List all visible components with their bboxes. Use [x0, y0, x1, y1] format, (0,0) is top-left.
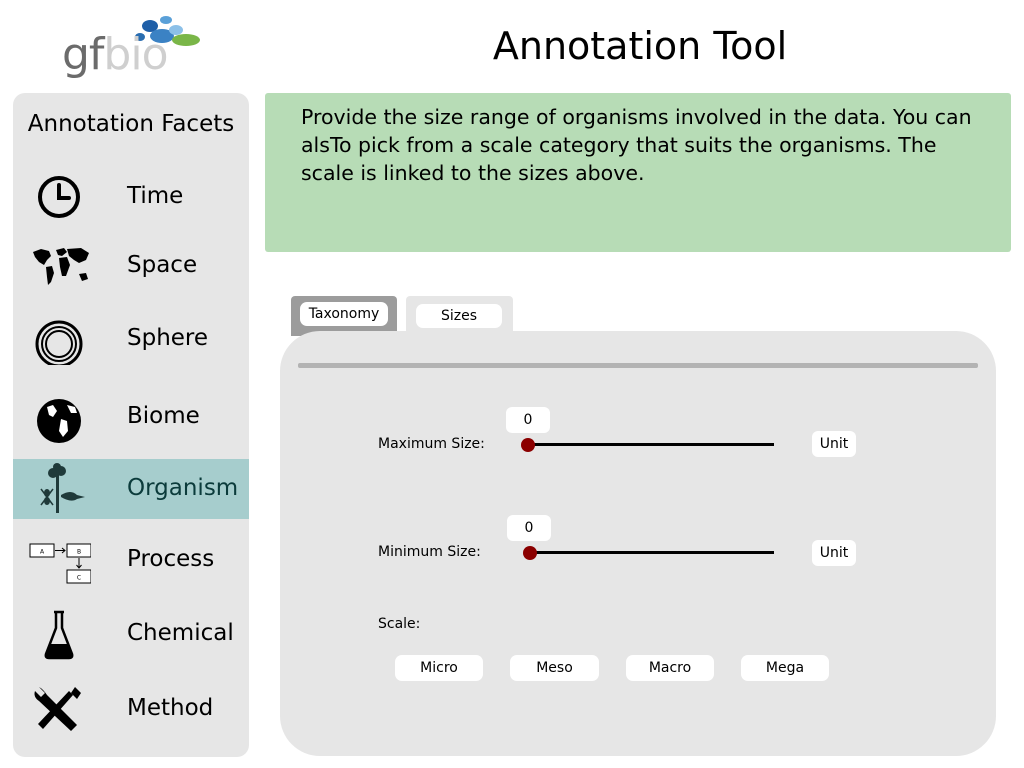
maximum-size-value: 0: [506, 407, 550, 433]
tab-sizes-label[interactable]: Sizes: [416, 304, 502, 328]
scale-micro-button[interactable]: Micro: [395, 655, 483, 681]
maximum-size-label: Maximum Size:: [378, 436, 485, 452]
instruction-text: Provide the size range of organisms invo…: [301, 105, 972, 185]
maximum-size-slider-thumb[interactable]: [521, 438, 535, 452]
flask-icon: [44, 610, 74, 660]
flowchart-icon: A B C: [29, 543, 91, 584]
maximum-size-unit-button[interactable]: Unit: [812, 431, 856, 457]
facet-label-biome: Biome: [127, 403, 200, 429]
scale-macro-button[interactable]: Macro: [626, 655, 714, 681]
panel-divider: [298, 363, 978, 368]
annotation-facets-sidebar: Annotation Facets Time Space Sphere Biom…: [13, 93, 249, 757]
minimum-size-slider-track[interactable]: [530, 551, 774, 554]
facet-label-sphere: Sphere: [127, 325, 209, 351]
tab-taxonomy[interactable]: Taxonomy: [291, 296, 397, 336]
logo-wordmark: gfbio: [62, 29, 169, 80]
tab-taxonomy-label[interactable]: Taxonomy: [300, 302, 388, 326]
facet-process[interactable]: A B C Process: [13, 530, 249, 590]
tools-icon: [34, 687, 81, 731]
facet-space[interactable]: Space: [13, 236, 249, 296]
minimum-size-value: 0: [507, 515, 551, 541]
minimum-size-slider-thumb[interactable]: [523, 546, 537, 560]
facet-biome[interactable]: Biome: [13, 387, 249, 447]
tab-sizes[interactable]: Sizes: [406, 296, 513, 336]
concentric-circles-icon: [35, 320, 83, 365]
process-box-c: C: [77, 575, 81, 582]
facet-label-organism: Organism: [127, 475, 239, 501]
scale-meso-button[interactable]: Meso: [510, 655, 599, 681]
facet-organism[interactable]: Organism: [13, 459, 249, 519]
facet-sphere[interactable]: Sphere: [13, 309, 249, 369]
instruction-panel: Provide the size range of organisms invo…: [265, 93, 1011, 252]
facet-label-process: Process: [127, 546, 215, 572]
sidebar-heading: Annotation Facets: [27, 111, 235, 137]
logo-wordmark-bio: bio: [103, 29, 168, 80]
facet-chemical[interactable]: Chemical: [13, 604, 249, 664]
facet-label-chemical: Chemical: [127, 620, 234, 646]
facet-label-time: Time: [127, 183, 184, 209]
clock-icon: [38, 176, 80, 218]
scale-label: Scale:: [378, 616, 421, 632]
facet-method[interactable]: Method: [13, 679, 249, 739]
scale-mega-button[interactable]: Mega: [741, 655, 829, 681]
facet-time[interactable]: Time: [13, 167, 249, 227]
app-title: Annotation Tool: [492, 24, 788, 68]
world-map-icon: [33, 248, 89, 285]
organism-icon: [40, 463, 85, 513]
maximum-size-slider-track[interactable]: [528, 443, 774, 446]
sizes-panel: 0 Maximum Size: Unit 0 Minimum Size: Uni…: [280, 331, 996, 756]
facet-label-method: Method: [127, 695, 214, 721]
facet-label-space: Space: [127, 252, 198, 278]
gfbio-logo: gfbio: [58, 10, 208, 82]
minimum-size-unit-button[interactable]: Unit: [812, 540, 856, 566]
process-box-b: B: [77, 549, 81, 556]
logo-wordmark-gf: gf: [62, 29, 104, 80]
globe-icon: [37, 399, 81, 443]
minimum-size-label: Minimum Size:: [378, 544, 481, 560]
